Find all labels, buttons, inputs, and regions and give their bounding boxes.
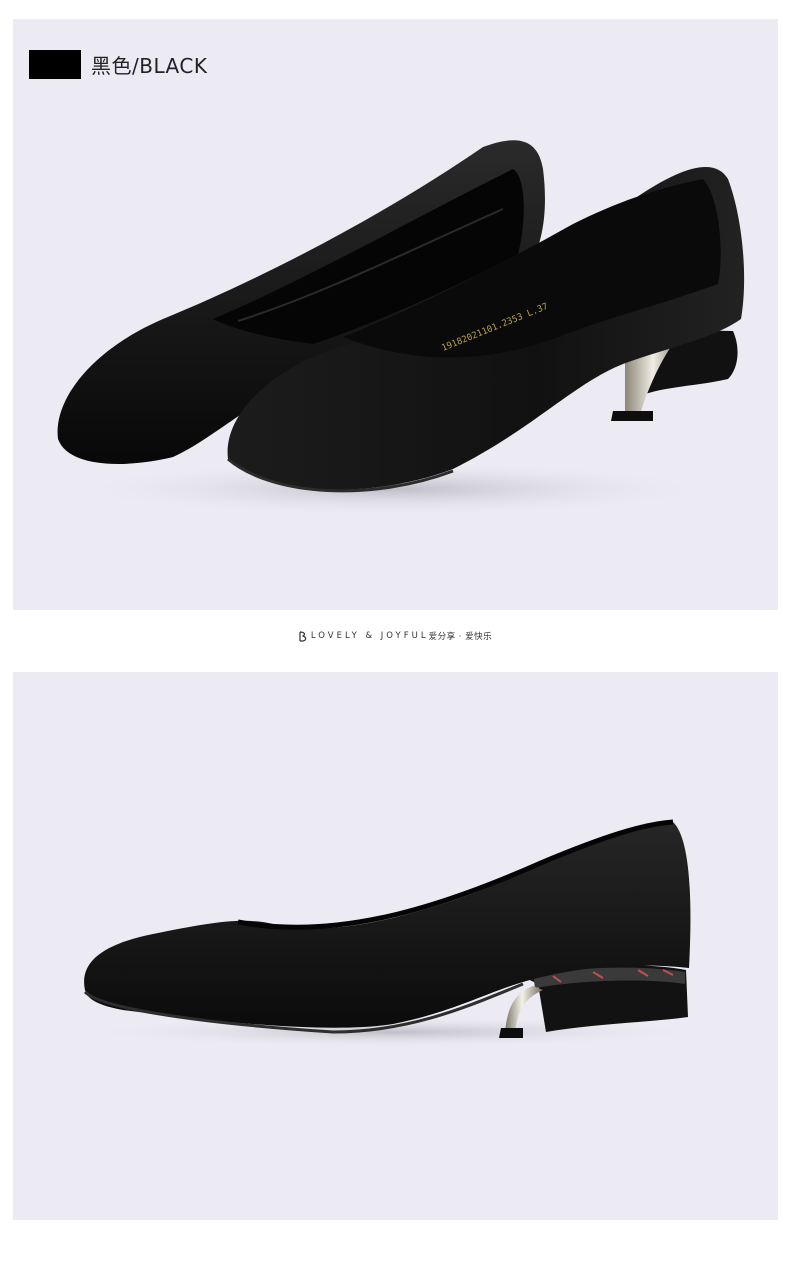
- brand-divider: LOVELY & JOYFUL 爱分享 · 爱快乐: [0, 630, 790, 642]
- brand-logo-icon: [299, 630, 307, 642]
- shoe-side-image: [73, 819, 713, 1048]
- product-photo-side: [13, 672, 778, 1220]
- brand-text: LOVELY & JOYFUL: [310, 631, 429, 641]
- brand-tagline: 爱分享 · 爱快乐: [428, 632, 493, 642]
- product-photo-pair: 黑色/BLACK 19182021101.2353 L.37: [13, 19, 778, 610]
- shoe-pair-image: 19182021101.2353 L.37: [57, 140, 745, 517]
